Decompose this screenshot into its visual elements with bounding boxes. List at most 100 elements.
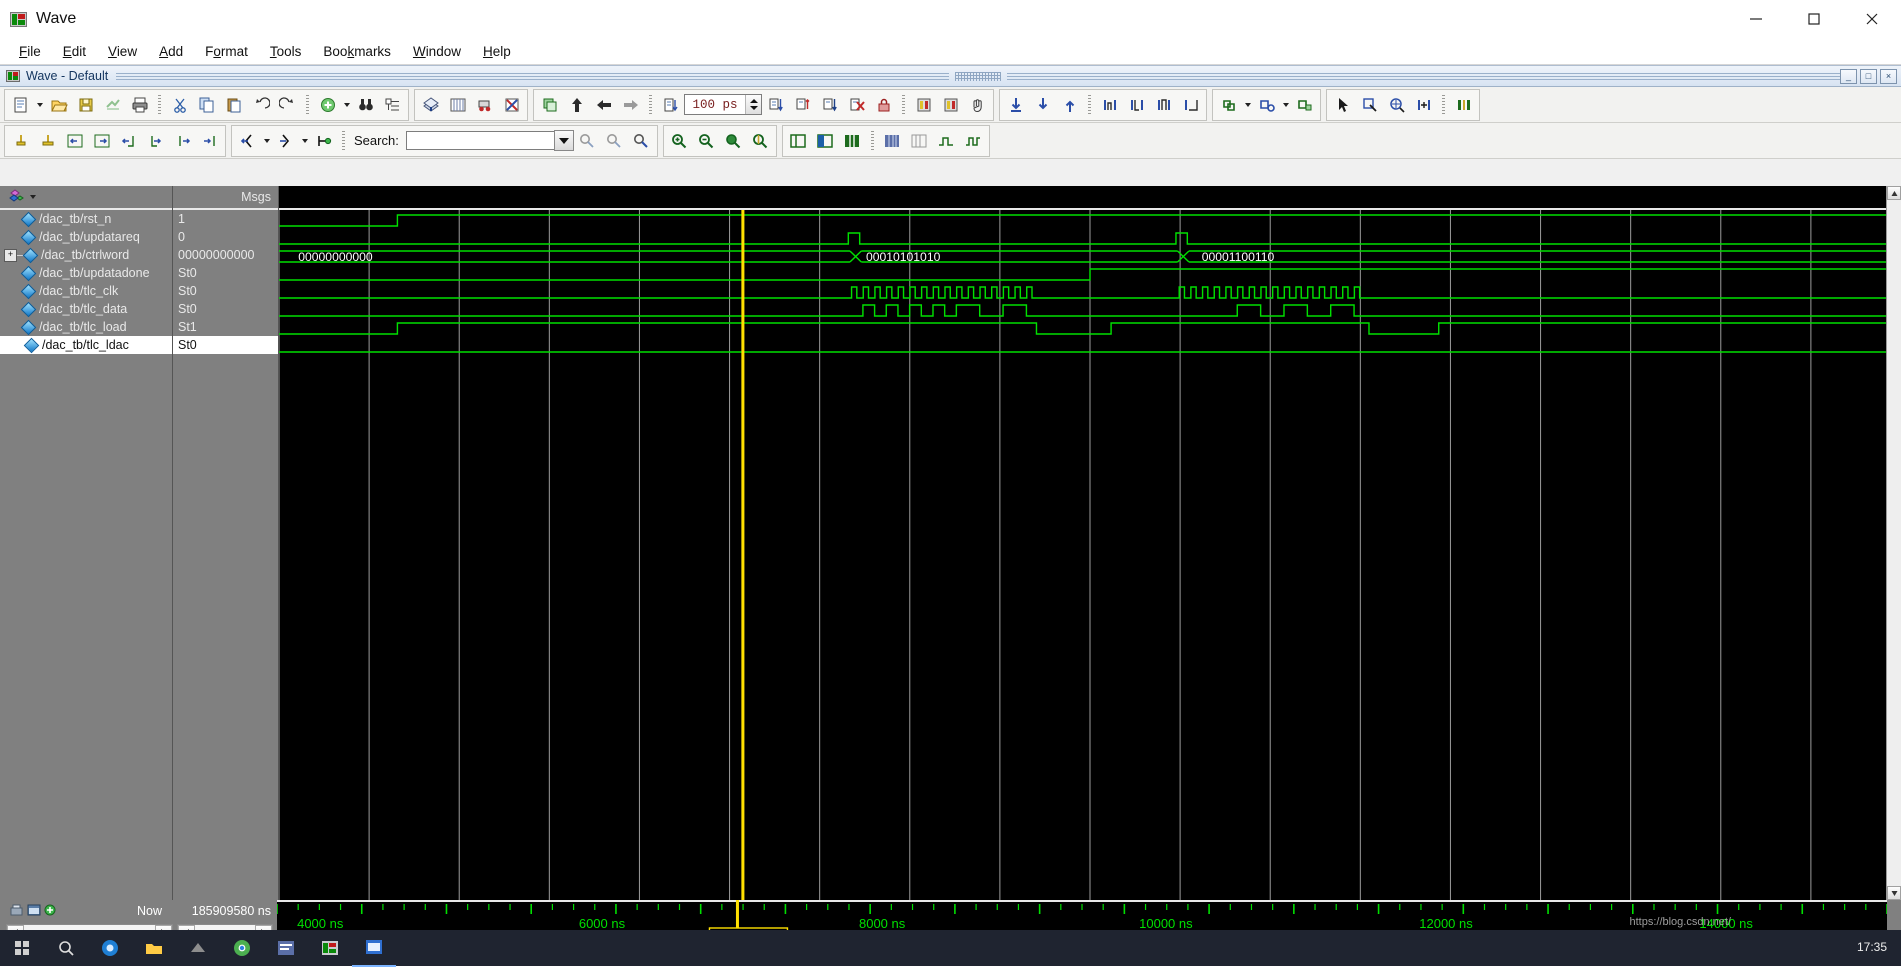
taskbar-clock[interactable]: 17:35 (1857, 940, 1887, 955)
signal-row-ctrlword[interactable]: + /dac_tb/ctrlword (0, 246, 172, 264)
arrow-left-icon[interactable] (590, 91, 617, 118)
format-fill-icon[interactable] (839, 127, 866, 154)
run-simulation-icon[interactable] (471, 91, 498, 118)
wave-insert-icon[interactable] (7, 127, 34, 154)
wave-edit-1-icon[interactable] (1096, 91, 1123, 118)
signal-row-updatadone[interactable]: /dac_tb/updatadone (0, 264, 172, 282)
zoom-full-icon[interactable] (720, 127, 747, 154)
wave-expand-icon[interactable] (1450, 91, 1477, 118)
simulate-grid-icon[interactable] (444, 91, 471, 118)
paste-icon[interactable] (220, 91, 247, 118)
find-next-transition-icon[interactable] (272, 127, 299, 154)
wave-edge-next-icon[interactable] (142, 127, 169, 154)
caption-grip[interactable] (955, 71, 1002, 81)
menu-file[interactable]: File (8, 41, 52, 62)
objects-dropdown-icon[interactable] (30, 195, 36, 199)
select-arrow-icon[interactable] (1329, 91, 1356, 118)
menu-help[interactable]: Help (472, 41, 522, 62)
print-icon[interactable] (126, 91, 153, 118)
zoom-step-value[interactable]: 100 ps (685, 98, 745, 112)
wave-scroll-down-button[interactable] (1887, 886, 1901, 900)
wave-window-icon[interactable] (27, 904, 41, 919)
taskbar-chrome-icon[interactable] (220, 930, 264, 966)
find-binoculars-icon[interactable] (352, 91, 379, 118)
cut-icon[interactable] (166, 91, 193, 118)
new-document-icon[interactable] (7, 91, 34, 118)
set-zoom-range-icon[interactable] (657, 91, 684, 118)
find-prev-dropdown-icon[interactable] (261, 128, 272, 154)
compile-icon[interactable] (417, 91, 444, 118)
find-anyedge-icon[interactable] (310, 127, 337, 154)
objects-icon[interactable] (8, 189, 28, 205)
signal-row-tlc_clk[interactable]: /dac_tb/tlc_clk (0, 282, 172, 300)
find-next-dropdown-icon[interactable] (299, 128, 310, 154)
zoom-mode-icon[interactable] (1410, 91, 1437, 118)
menu-format[interactable]: Format (194, 41, 259, 62)
search-dropdown-icon[interactable] (553, 130, 574, 151)
wave-vertical-scrollbar[interactable] (1886, 186, 1901, 900)
subwindow-restore-button[interactable]: □ (1860, 68, 1878, 84)
taskbar-explorer-icon[interactable] (132, 930, 176, 966)
menu-bookmarks[interactable]: Bookmarks (312, 41, 402, 62)
taskbar-app-icon[interactable] (176, 930, 220, 966)
search-next-icon[interactable] (601, 127, 628, 154)
wave-edge-in-icon[interactable] (169, 127, 196, 154)
signal-row-tlc_load[interactable]: /dac_tb/tlc_load (0, 318, 172, 336)
wave-edge-right-icon[interactable] (88, 127, 115, 154)
taskbar-search-icon[interactable] (44, 930, 88, 966)
zoom-step-arrows[interactable] (745, 95, 761, 114)
subwindow-minimize-button[interactable]: _ (1840, 68, 1858, 84)
insert-cursor-2-icon[interactable] (816, 91, 843, 118)
wave-group-2-dropdown-icon[interactable] (1280, 92, 1291, 118)
wave-edit-3-icon[interactable] (1150, 91, 1177, 118)
zoom-cursor-icon[interactable] (1383, 91, 1410, 118)
copy-icon[interactable] (193, 91, 220, 118)
wave-edge-out-icon[interactable] (196, 127, 223, 154)
wave-compare-2-icon[interactable] (937, 91, 964, 118)
waveform-edge-2-icon[interactable] (960, 127, 987, 154)
taskbar-start-icon[interactable] (0, 930, 44, 966)
add-wave-icon[interactable] (314, 91, 341, 118)
expand-toggle-icon[interactable]: + (4, 248, 17, 262)
format-split-icon[interactable] (812, 127, 839, 154)
menu-add[interactable]: Add (148, 41, 194, 62)
cursor-lock-icon[interactable] (870, 91, 897, 118)
wave-group-2-icon[interactable] (1253, 91, 1280, 118)
menu-window[interactable]: Window (402, 41, 472, 62)
add-wave-dropdown-icon[interactable] (341, 92, 352, 118)
fold-all-icon[interactable] (536, 91, 563, 118)
undo-icon[interactable] (247, 91, 274, 118)
taskbar-editor-icon[interactable] (264, 930, 308, 966)
wave-scroll-up-button[interactable] (1887, 186, 1901, 200)
add-cursor-icon[interactable] (44, 904, 56, 919)
wave-edit-2-icon[interactable] (1123, 91, 1150, 118)
minimize-button[interactable] (1727, 0, 1785, 38)
zoom-in-icon[interactable] (666, 127, 693, 154)
bookmark-down-2-icon[interactable] (1029, 91, 1056, 118)
wave-group-3-icon[interactable] (1291, 91, 1318, 118)
bookmark-down-icon[interactable] (1002, 91, 1029, 118)
arrow-right-dim-icon[interactable] (617, 91, 644, 118)
wave-save-icon[interactable] (10, 904, 24, 919)
grid-lines-icon[interactable] (906, 127, 933, 154)
save-icon[interactable] (72, 91, 99, 118)
search-prev-icon[interactable] (574, 127, 601, 154)
wave-group-dropdown-icon[interactable] (1242, 92, 1253, 118)
maximize-button[interactable] (1785, 0, 1843, 38)
wave-edge-left-icon[interactable] (61, 127, 88, 154)
menu-view[interactable]: View (97, 41, 148, 62)
waveform-edge-icon[interactable] (933, 127, 960, 154)
search-input[interactable] (405, 131, 554, 150)
taskbar-browser-icon[interactable] (88, 930, 132, 966)
wave-edit-4-icon[interactable] (1177, 91, 1204, 118)
menu-tools[interactable]: Tools (259, 41, 313, 62)
menu-edit[interactable]: Edit (52, 41, 97, 62)
taskbar-modelsim-icon[interactable] (308, 930, 352, 966)
signal-row-tlc_ldac[interactable]: /dac_tb/tlc_ldac (0, 336, 172, 354)
waveform-canvas[interactable]: 00000000000 00010101010 00001100110 (279, 210, 1901, 900)
new-document-dropdown-icon[interactable] (34, 92, 45, 118)
redo-icon[interactable] (274, 91, 301, 118)
arrow-up-icon[interactable] (563, 91, 590, 118)
zoom-out-icon[interactable] (693, 127, 720, 154)
pan-hand-icon[interactable] (964, 91, 991, 118)
